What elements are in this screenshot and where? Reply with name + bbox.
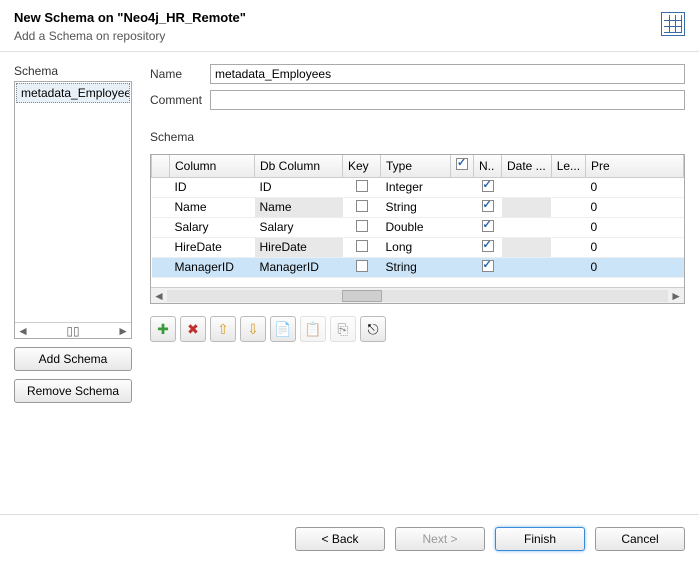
- cell-nullable[interactable]: [474, 257, 502, 277]
- cell-column[interactable]: Name: [170, 197, 255, 217]
- delete-row-button[interactable]: ✖: [180, 316, 206, 342]
- table-horizontal-scrollbar[interactable]: ◄►: [151, 287, 684, 303]
- cell-precision[interactable]: 0: [586, 177, 684, 197]
- dialog-footer: < Back Next > Finish Cancel: [0, 514, 699, 563]
- cell-key[interactable]: [343, 217, 381, 237]
- cell-length[interactable]: [551, 217, 585, 237]
- col-header-precision[interactable]: Pre: [586, 155, 684, 177]
- cell-precision[interactable]: 0: [586, 197, 684, 217]
- col-header-dbcolumn[interactable]: Db Column: [255, 155, 343, 177]
- cell-type[interactable]: Double: [381, 217, 451, 237]
- row-handle-header: [152, 155, 170, 177]
- col-header-column[interactable]: Column: [170, 155, 255, 177]
- add-schema-button[interactable]: Add Schema: [14, 347, 132, 371]
- cell-key[interactable]: [343, 257, 381, 277]
- cell-nullable[interactable]: [474, 217, 502, 237]
- cell-length[interactable]: [551, 177, 585, 197]
- cell-dbcolumn[interactable]: ID: [255, 177, 343, 197]
- cell-dbcolumn[interactable]: Salary: [255, 217, 343, 237]
- cancel-button[interactable]: Cancel: [595, 527, 685, 551]
- comment-input[interactable]: [210, 90, 685, 110]
- cell-type[interactable]: Long: [381, 237, 451, 257]
- col-header-key[interactable]: Key: [343, 155, 381, 177]
- cell-precision[interactable]: 0: [586, 217, 684, 237]
- name-label: Name: [150, 67, 210, 81]
- dialog-title: New Schema on "Neo4j_HR_Remote": [14, 10, 685, 25]
- cell-date[interactable]: [502, 197, 552, 217]
- cell-length[interactable]: [551, 197, 585, 217]
- next-button: Next >: [395, 527, 485, 551]
- table-row[interactable]: ManagerIDManagerID String 0: [152, 257, 684, 277]
- table-row[interactable]: IDID Integer 0: [152, 177, 684, 197]
- col-header-nullable[interactable]: N..: [474, 155, 502, 177]
- finish-button[interactable]: Finish: [495, 527, 585, 551]
- cell-nullable[interactable]: [474, 237, 502, 257]
- cell-dbcolumn[interactable]: HireDate: [255, 237, 343, 257]
- remove-schema-button[interactable]: Remove Schema: [14, 379, 132, 403]
- col-header-type[interactable]: Type: [381, 155, 451, 177]
- dialog-header: New Schema on "Neo4j_HR_Remote" Add a Sc…: [0, 0, 699, 52]
- cell-column[interactable]: ID: [170, 177, 255, 197]
- back-button[interactable]: < Back: [295, 527, 385, 551]
- paste-button: 📋: [300, 316, 326, 342]
- cell-date[interactable]: [502, 237, 552, 257]
- schema-table-label: Schema: [150, 130, 685, 144]
- cell-nullable[interactable]: [474, 177, 502, 197]
- dialog-subtitle: Add a Schema on repository: [14, 29, 685, 43]
- cell-column[interactable]: ManagerID: [170, 257, 255, 277]
- cell-length[interactable]: [551, 257, 585, 277]
- comment-label: Comment: [150, 93, 210, 107]
- cell-precision[interactable]: 0: [586, 257, 684, 277]
- cell-nullable[interactable]: [474, 197, 502, 217]
- cell-key[interactable]: [343, 237, 381, 257]
- cell-type[interactable]: Integer: [381, 177, 451, 197]
- cell-dbcolumn[interactable]: Name: [255, 197, 343, 217]
- cell-length[interactable]: [551, 237, 585, 257]
- col-header-nullable-check[interactable]: [451, 155, 474, 177]
- name-input[interactable]: [210, 64, 685, 84]
- export-button[interactable]: ⎋: [360, 316, 386, 342]
- schema-list-item[interactable]: metadata_Employee: [16, 83, 130, 103]
- cell-type[interactable]: String: [381, 257, 451, 277]
- table-row[interactable]: NameName String 0: [152, 197, 684, 217]
- cell-key[interactable]: [343, 197, 381, 217]
- import-button: ⎘: [330, 316, 356, 342]
- cell-column[interactable]: Salary: [170, 217, 255, 237]
- move-up-button[interactable]: ⇧: [210, 316, 236, 342]
- horizontal-scrollbar[interactable]: ◄▯▯►: [15, 322, 131, 338]
- table-row[interactable]: SalarySalary Double 0: [152, 217, 684, 237]
- table-row[interactable]: HireDateHireDate Long 0: [152, 237, 684, 257]
- cell-date[interactable]: [502, 217, 552, 237]
- schema-list[interactable]: metadata_Employee ◄▯▯►: [14, 81, 132, 339]
- cell-dbcolumn[interactable]: ManagerID: [255, 257, 343, 277]
- cell-date[interactable]: [502, 257, 552, 277]
- cell-date[interactable]: [502, 177, 552, 197]
- copy-button[interactable]: 📄: [270, 316, 296, 342]
- cell-type[interactable]: String: [381, 197, 451, 217]
- schema-table: Column Db Column Key Type N.. Date ... L…: [150, 154, 685, 304]
- move-down-button[interactable]: ⇩: [240, 316, 266, 342]
- cell-key[interactable]: [343, 177, 381, 197]
- cell-precision[interactable]: 0: [586, 237, 684, 257]
- add-row-button[interactable]: ✚: [150, 316, 176, 342]
- schema-list-label: Schema: [14, 64, 132, 78]
- table-icon: [661, 12, 685, 36]
- cell-column[interactable]: HireDate: [170, 237, 255, 257]
- col-header-length[interactable]: Le...: [551, 155, 585, 177]
- col-header-date[interactable]: Date ...: [502, 155, 552, 177]
